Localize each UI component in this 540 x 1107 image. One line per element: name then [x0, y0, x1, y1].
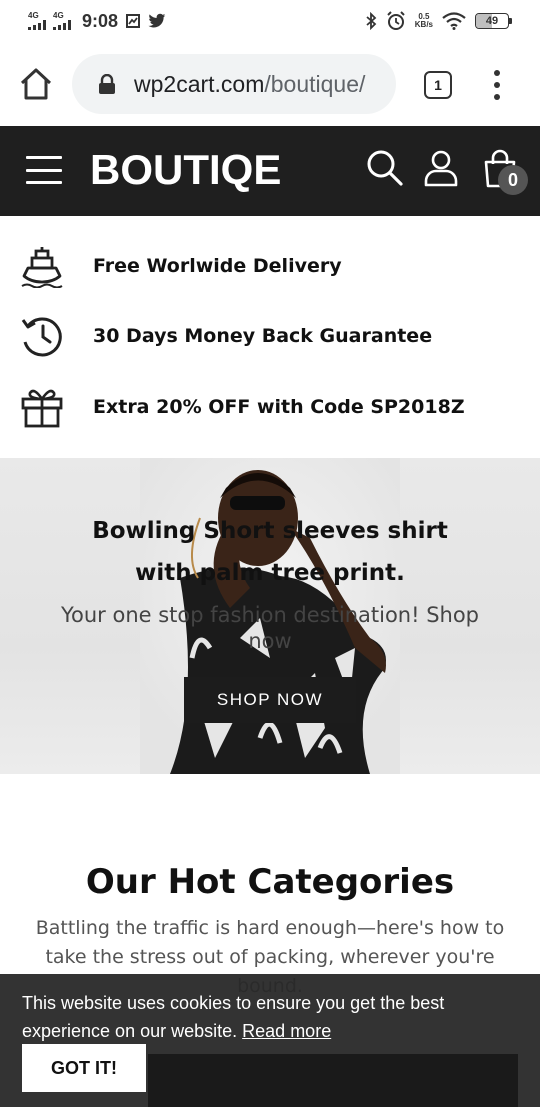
feature-text: Extra 20% OFF with Code SP2018Z — [93, 396, 465, 418]
address-bar[interactable]: wp2cart.com/boutique/ — [72, 54, 396, 114]
cookie-message: This website uses cookies to ensure you … — [22, 989, 522, 1045]
cookie-banner-backdrop — [148, 1054, 518, 1107]
net-speed-unit: KB/s — [414, 20, 433, 29]
url-domain: wp2cart.com — [134, 70, 265, 97]
sim2-label: 4G — [53, 11, 64, 20]
screenshot-icon — [126, 14, 141, 28]
feature-item: Extra 20% OFF with Code SP2018Z — [0, 372, 540, 442]
twitter-icon — [148, 13, 166, 28]
site-logo[interactable]: BOUTIQE — [90, 144, 281, 196]
ship-icon — [21, 247, 63, 288]
read-more-link[interactable]: Read more — [242, 1021, 331, 1041]
alarm-icon — [387, 11, 405, 30]
feature-text: Free Worlwide Delivery — [93, 255, 342, 277]
status-time: 9:08 — [82, 10, 119, 31]
home-icon[interactable] — [18, 66, 54, 102]
user-icon[interactable] — [421, 148, 461, 188]
browser-menu-icon[interactable] — [492, 70, 502, 100]
hamburger-menu-icon[interactable] — [26, 156, 62, 184]
hero-subtitle: Your one stop fashion destination! Shop … — [60, 603, 480, 653]
feature-item: 30 Days Money Back Guarantee — [0, 301, 540, 371]
signal-icon: 4G — [28, 12, 46, 30]
bluetooth-icon — [366, 12, 377, 30]
cart-count-badge[interactable]: 0 — [498, 165, 528, 195]
tab-count: 1 — [434, 77, 442, 93]
tab-switcher-button[interactable]: 1 — [424, 71, 452, 99]
cookie-banner: This website uses cookies to ensure you … — [0, 974, 540, 1107]
battery-level: 49 — [485, 15, 499, 27]
section-title: Our Hot Categories — [85, 862, 455, 902]
feature-item: Free Worlwide Delivery — [0, 231, 540, 301]
net-speed: 0.5 KB/s — [415, 13, 433, 29]
site-header: BOUTIQE — [0, 126, 540, 216]
status-bar: 4G 4G 9:08 0.5 KB/s 49 — [0, 0, 540, 42]
url-text: wp2cart.com/boutique/ — [134, 71, 365, 98]
search-icon[interactable] — [365, 148, 405, 188]
got-it-button[interactable]: GOT IT! — [22, 1044, 146, 1092]
history-icon — [21, 317, 62, 357]
gift-icon — [21, 389, 63, 428]
cookie-message-text: This website uses cookies to ensure you … — [22, 993, 445, 1041]
shop-now-button[interactable]: SHOP NOW — [184, 677, 356, 723]
lock-icon — [99, 74, 115, 94]
hero-title: Bowling Short sleeves shirt with palm tr… — [92, 518, 448, 586]
hero-banner: Bowling Short sleeves shirt with palm tr… — [0, 458, 540, 774]
browser-toolbar: wp2cart.com/boutique/ 1 — [0, 42, 540, 126]
url-path: /boutique/ — [264, 70, 366, 97]
features-list: Free Worlwide Delivery 30 Days Money Bac… — [0, 216, 540, 458]
status-left-group: 4G 4G 9:08 — [28, 11, 166, 32]
sim1-label: 4G — [28, 11, 39, 20]
battery-icon: 49 — [475, 13, 512, 29]
feature-text: 30 Days Money Back Guarantee — [93, 325, 433, 347]
status-right-group: 0.5 KB/s 49 — [365, 11, 512, 31]
wifi-icon — [442, 12, 466, 30]
signal-icon: 4G — [53, 12, 71, 30]
